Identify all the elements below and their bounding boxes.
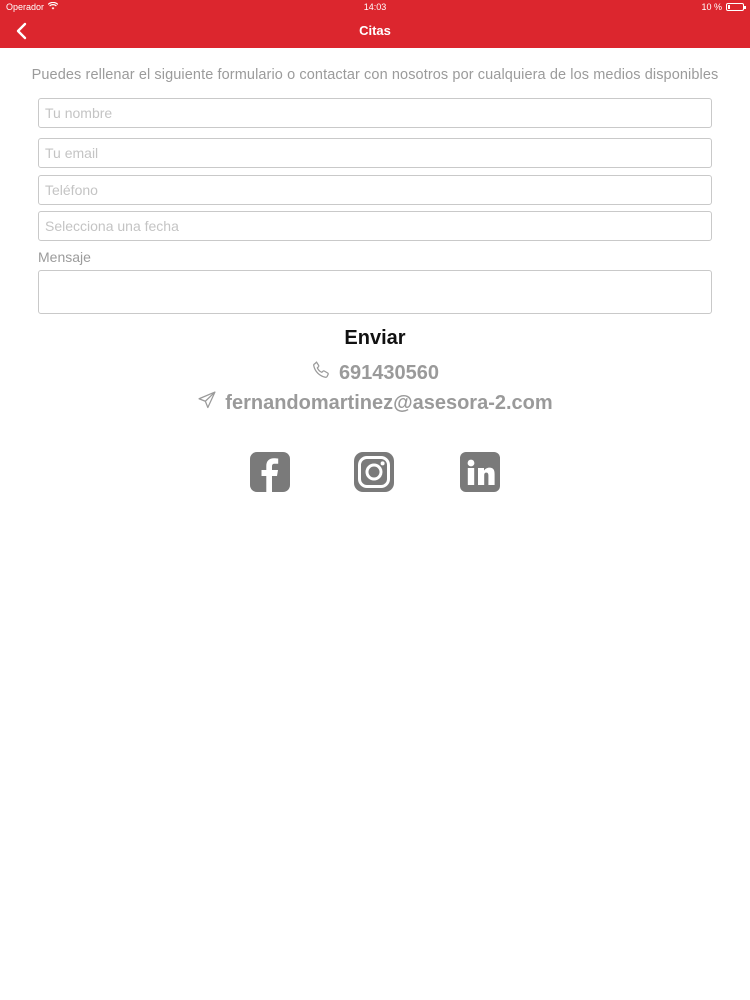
email-contact[interactable]: fernandomartinez@asesora-2.com	[0, 390, 750, 416]
phone-contact[interactable]: 691430560	[0, 360, 750, 386]
email-input[interactable]	[39, 139, 711, 167]
instagram-icon[interactable]	[354, 452, 394, 492]
message-field-container	[38, 270, 712, 314]
message-label: Mensaje	[38, 249, 91, 265]
battery-icon	[726, 3, 746, 11]
phone-number: 691430560	[338, 361, 440, 384]
clock: 14:03	[363, 2, 387, 12]
name-field-container	[38, 98, 712, 128]
status-bar: Operador 14:03 10 %	[0, 0, 750, 14]
phone-icon	[311, 360, 331, 386]
nav-bar: Citas	[0, 14, 750, 48]
date-field-container	[38, 211, 712, 241]
submit-button[interactable]: Enviar	[344, 327, 405, 349]
message-textarea[interactable]	[39, 271, 711, 313]
name-input[interactable]	[39, 99, 711, 127]
send-icon	[197, 390, 217, 416]
facebook-icon[interactable]	[250, 452, 290, 492]
phone-input[interactable]	[39, 176, 711, 204]
page-title: Citas	[359, 23, 391, 38]
battery-percent: 10 %	[701, 2, 722, 12]
linkedin-icon[interactable]	[460, 452, 500, 492]
date-input[interactable]	[39, 212, 711, 240]
battery-info: 10 %	[701, 2, 746, 12]
phone-field-container	[38, 175, 712, 205]
submit-row: Enviar	[0, 327, 750, 350]
intro-text: Puedes rellenar el siguiente formulario …	[31, 67, 719, 83]
email-field-container	[38, 138, 712, 168]
email-address: fernandomartinez@asesora-2.com	[225, 391, 553, 414]
